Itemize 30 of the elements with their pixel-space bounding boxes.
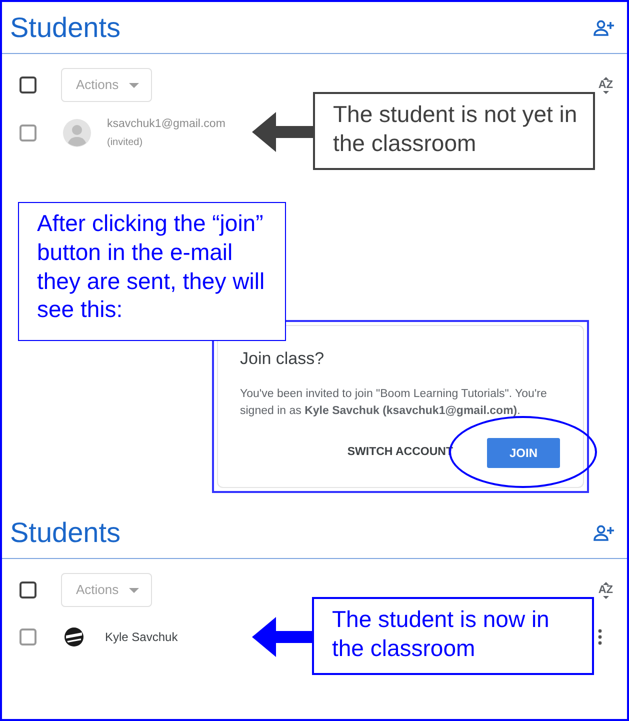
checkbox[interactable] [19,76,37,94]
join-button[interactable]: JOIN [487,438,560,468]
caret-icon [602,76,609,80]
instruction-text: After clicking the “join” button in the e-mail they are sent, they will see this: [18,202,286,341]
invite-status: (invited) [107,136,144,150]
student-name: Kyle Savchuk [105,629,178,646]
dialog-title: Join class? [240,348,326,370]
caret-icon [602,90,609,94]
caret-icon [128,82,139,88]
add-person-icon[interactable] [593,524,615,540]
checkbox[interactable] [19,124,37,142]
callout-text: The student is now in the classroom [312,597,594,674]
checkbox[interactable] [19,581,37,599]
page-title: Students [10,14,121,42]
avatar-icon [63,119,91,148]
arrow-icon [252,112,314,152]
sort-button[interactable]: AZ [598,582,613,598]
arrow-icon [252,617,314,657]
caret-icon [602,582,609,584]
avatar-icon [64,627,84,647]
page-title: Students [10,518,121,546]
checkbox[interactable] [19,628,37,646]
student-email: ksavchuk1@gmail.com [107,117,226,132]
add-person-icon[interactable] [593,20,615,36]
caret-icon [602,596,609,598]
dialog-message: You've been invited to join "Boom Learning Tutorials". You're signed in as Kyle Savchuk (ksavchuk1@gmail.com). [240,386,548,419]
sort-button[interactable]: AZ [598,76,613,94]
callout-text: The student is not yet in the classroom [313,92,595,170]
more-options-icon[interactable] [597,629,603,645]
caret-icon [128,588,139,592]
